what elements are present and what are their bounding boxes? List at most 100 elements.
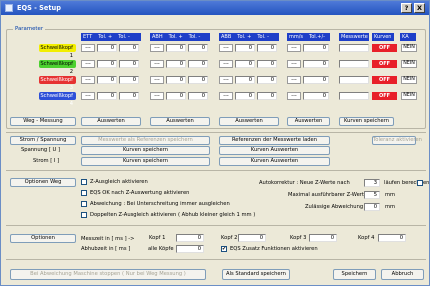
- weg-ett-auswerten-button[interactable]: Auswerten: [81, 117, 141, 126]
- head-4-g2-tol-plus[interactable]: 0: [166, 92, 186, 100]
- kopf4-input[interactable]: 0: [378, 234, 406, 242]
- head-4-mms-value[interactable]: ---: [287, 92, 301, 100]
- spannung-kurven-speichern-button[interactable]: Kurven speichern: [81, 146, 210, 155]
- head-4-g1-tol-minus[interactable]: 0: [119, 92, 139, 100]
- strom-spannung-button[interactable]: Strom / Spannung: [10, 136, 76, 145]
- app-icon: [5, 4, 13, 12]
- weg-kurven-speichern-button[interactable]: Kurven speichern: [339, 117, 394, 126]
- weg-abh-auswerten-button[interactable]: Auswerten: [150, 117, 210, 126]
- laeufen-checkbox[interactable]: [417, 180, 423, 186]
- weg-abb-auswerten-button[interactable]: Auswerten: [219, 117, 279, 126]
- cancel-button[interactable]: Abbruch: [381, 269, 424, 280]
- load-references-button[interactable]: Referenzen der Messwerte laden: [219, 136, 330, 145]
- head-4-g3-tol-plus[interactable]: 0: [235, 92, 255, 100]
- head-2-g2-tol-minus[interactable]: 0: [188, 60, 208, 68]
- max-z-input[interactable]: 5: [364, 191, 380, 199]
- head-1-g3-value[interactable]: ---: [219, 44, 233, 52]
- head-3-g3-tol-plus[interactable]: 0: [235, 76, 255, 84]
- max-z-label: Maximal ausführbarer Z-Wert: [288, 192, 364, 198]
- abweichung-checkbox[interactable]: [81, 201, 87, 207]
- head-1-g1-tol-plus[interactable]: 0: [97, 44, 117, 52]
- weg-messung-button[interactable]: Weg - Messung: [10, 117, 76, 126]
- kopf3-label: Kopf 3: [290, 235, 307, 241]
- kopf1-input[interactable]: 0: [176, 234, 204, 242]
- head-3-kurven-toggle[interactable]: OFF: [372, 76, 397, 84]
- close-button[interactable]: X: [414, 3, 425, 13]
- head-2-g3-value[interactable]: ---: [219, 60, 233, 68]
- head-1-g2-tol-plus[interactable]: 0: [166, 44, 186, 52]
- z-ausgleich-checkbox[interactable]: [81, 179, 87, 185]
- zusatz-funktionen-checkbox[interactable]: ✔: [221, 246, 227, 252]
- head-4-g1-tol-plus[interactable]: 0: [97, 92, 117, 100]
- optionen-weg-button[interactable]: Optionen Weg: [10, 178, 76, 187]
- head-3-g1-value[interactable]: ---: [81, 76, 95, 84]
- save-as-default-button[interactable]: Als Standard speichern: [222, 269, 290, 280]
- head-1-ka-toggle[interactable]: NEIN: [401, 44, 417, 52]
- kopf2-input[interactable]: 0: [238, 234, 266, 242]
- strom-kurven-speichern-button[interactable]: Kurven speichern: [81, 157, 210, 166]
- head-2-g2-value[interactable]: ---: [150, 60, 164, 68]
- kopf1-label: Kopf 1: [149, 235, 166, 241]
- head-2-g3-tol-plus[interactable]: 0: [235, 60, 255, 68]
- eqs-ok-checkbox[interactable]: [81, 190, 87, 196]
- head-2-g3-tol-minus[interactable]: 0: [257, 60, 277, 68]
- alle-koepfe-input[interactable]: 0: [176, 245, 204, 253]
- autokorrektur-input[interactable]: 3: [364, 179, 380, 187]
- spannung-label: Spannung [ U ]: [21, 147, 60, 153]
- head-1-g2-tol-minus[interactable]: 0: [188, 44, 208, 52]
- kopf3-input[interactable]: 0: [309, 234, 337, 242]
- head-3-g1-tol-plus[interactable]: 0: [97, 76, 117, 84]
- head-2-ka-toggle[interactable]: NEIN: [401, 60, 417, 68]
- weg-mms-auswerten-button[interactable]: Auswerten: [287, 117, 330, 126]
- abhubzeit-label: Abhubzeit in [ ms ]: [81, 246, 131, 252]
- head-2-g2-tol-plus[interactable]: 0: [166, 60, 186, 68]
- head-4-messwerte[interactable]: [339, 92, 369, 100]
- head-2-mms-value[interactable]: ---: [287, 60, 301, 68]
- head-4-g2-value[interactable]: ---: [150, 92, 164, 100]
- head-2-messwerte[interactable]: [339, 60, 369, 68]
- stop-machine-button[interactable]: Bei Abweichung Maschine stoppen ( Nur be…: [10, 269, 206, 280]
- head-1-mms-tol[interactable]: 0: [303, 44, 329, 52]
- head-4-mms-tol[interactable]: 0: [303, 92, 329, 100]
- head-2-kurven-toggle[interactable]: OFF: [372, 60, 397, 68]
- strom-kurven-auswerten-button[interactable]: Kurven Auswerten: [219, 157, 330, 166]
- head-3-mms-value[interactable]: ---: [287, 76, 301, 84]
- head-3-messwerte[interactable]: [339, 76, 369, 84]
- help-button[interactable]: ?: [401, 3, 412, 13]
- head-3-g2-value[interactable]: ---: [150, 76, 164, 84]
- head-3-mms-tol[interactable]: 0: [303, 76, 329, 84]
- head-3-g3-tol-minus[interactable]: 0: [257, 76, 277, 84]
- head-1-g2-value[interactable]: ---: [150, 44, 164, 52]
- head-1-g1-value[interactable]: ---: [81, 44, 95, 52]
- doppelt-z-checkbox[interactable]: [81, 212, 87, 218]
- zulaessige-abweichung-input[interactable]: 0: [364, 203, 380, 211]
- head-1-messwerte[interactable]: [339, 44, 369, 52]
- spannung-kurven-auswerten-button[interactable]: Kurven Auswerten: [219, 146, 330, 155]
- head-3-g3-value[interactable]: ---: [219, 76, 233, 84]
- head-4-g3-value[interactable]: ---: [219, 92, 233, 100]
- head-1-g3-tol-plus[interactable]: 0: [235, 44, 255, 52]
- head-1-kurven-toggle[interactable]: OFF: [372, 44, 397, 52]
- head-1-g3-tol-minus[interactable]: 0: [257, 44, 277, 52]
- head-3-g2-tol-plus[interactable]: 0: [166, 76, 186, 84]
- zulaessige-abweichung-unit: mm: [385, 204, 396, 210]
- header-abb: ABB Tol. + Tol. -: [219, 33, 279, 41]
- head-2-mms-tol[interactable]: 0: [303, 60, 329, 68]
- head-1-g1-tol-minus[interactable]: 0: [119, 44, 139, 52]
- head-2-g1-tol-minus[interactable]: 0: [119, 60, 139, 68]
- save-button[interactable]: Speichern: [333, 269, 376, 280]
- optionen-button[interactable]: Optionen: [10, 234, 76, 243]
- head-4-g3-tol-minus[interactable]: 0: [257, 92, 277, 100]
- head-1-mms-value[interactable]: ---: [287, 44, 301, 52]
- head-4-ka-toggle[interactable]: NEIN: [401, 92, 417, 100]
- save-references-button[interactable]: Messwerte als Referenzen speichern: [81, 136, 210, 145]
- head-3-g1-tol-minus[interactable]: 0: [119, 76, 139, 84]
- toleranz-aktivieren-button[interactable]: Toleranz aktivieren: [372, 136, 422, 145]
- head-4-g2-tol-minus[interactable]: 0: [188, 92, 208, 100]
- head-2-g1-value[interactable]: ---: [81, 60, 95, 68]
- head-2-g1-tol-plus[interactable]: 0: [97, 60, 117, 68]
- head-3-g2-tol-minus[interactable]: 0: [188, 76, 208, 84]
- head-3-ka-toggle[interactable]: NEIN: [401, 76, 417, 84]
- head-4-g1-value[interactable]: ---: [81, 92, 95, 100]
- head-4-kurven-toggle[interactable]: OFF: [372, 92, 397, 100]
